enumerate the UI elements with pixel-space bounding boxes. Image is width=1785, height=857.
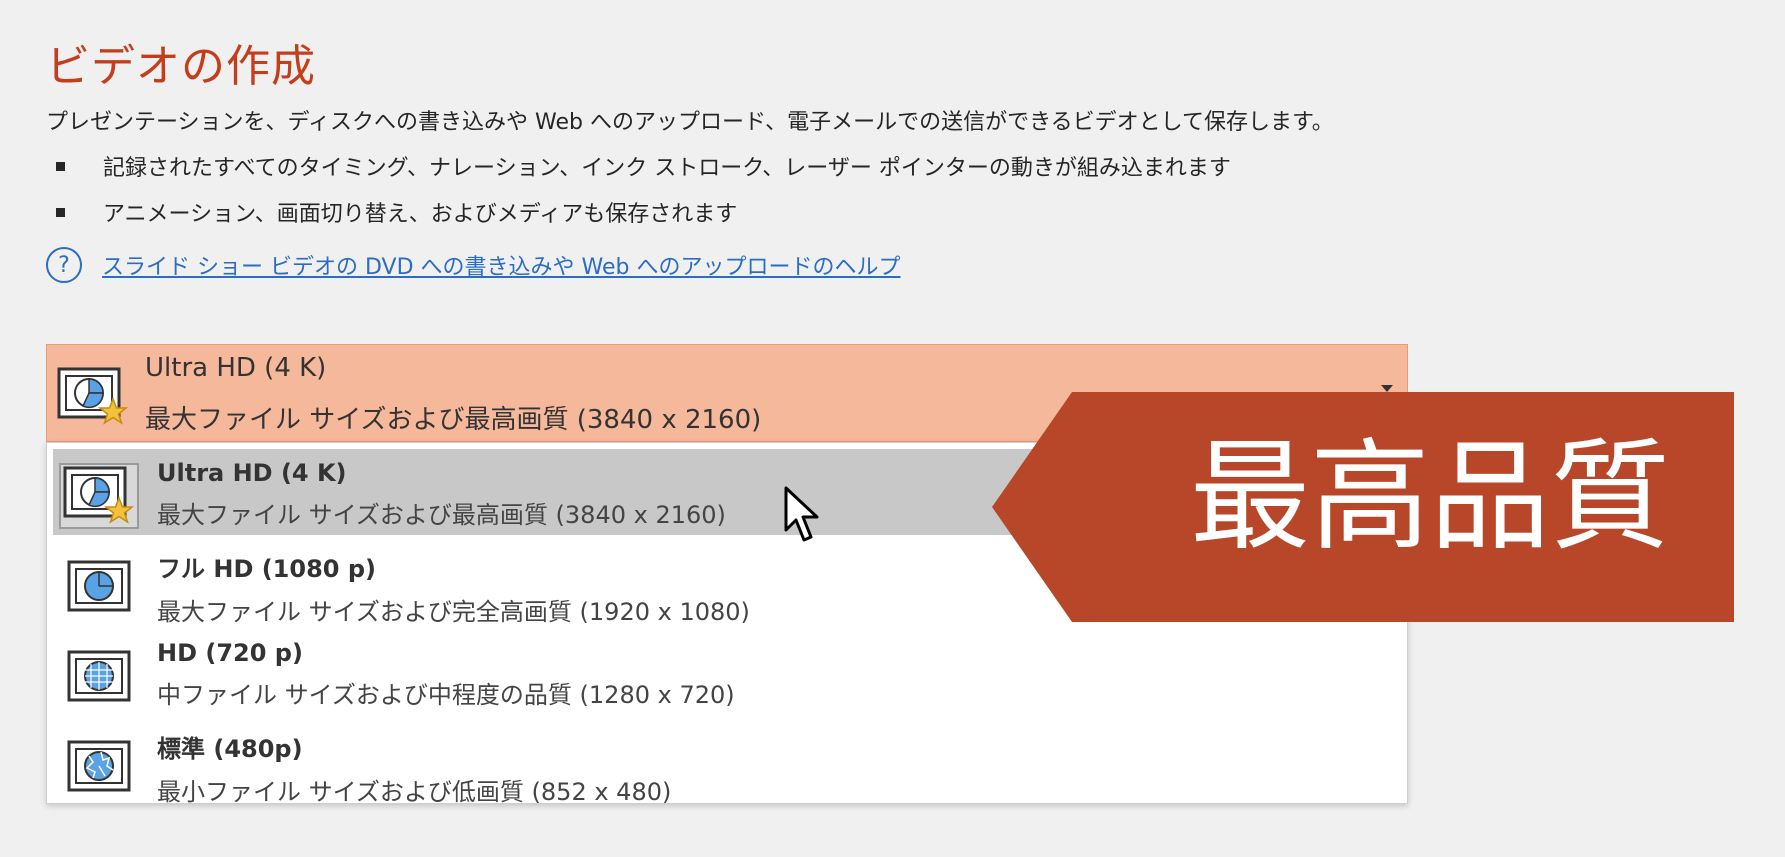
option-title: フル HD (1080 p) [157, 555, 376, 583]
full-hd-icon [59, 553, 139, 619]
selected-subtitle: 最大ファイル サイズおよび最高画質 (3840 x 2160) [145, 405, 762, 435]
option-title: 標準 (480p) [157, 735, 303, 763]
description-text: プレゼンテーションを、ディスクへの書き込みや Web へのアップロード、電子メー… [46, 110, 1334, 135]
ultra-hd-icon [57, 367, 129, 431]
option-standard[interactable]: 標準 (480p) 最小ファイル サイズおよび低画質 (852 x 480) [53, 719, 1401, 806]
quality-callout: 最高品質 [992, 392, 1734, 622]
option-subtitle: 中ファイル サイズおよび中程度の品質 (1280 x 720) [157, 681, 735, 709]
bullet-item: アニメーション、画面切り替え、およびメディアも保存されます [56, 196, 737, 228]
bullet-marker [56, 207, 65, 217]
hd-icon [59, 643, 139, 709]
help-link[interactable]: スライド ショー ビデオの DVD への書き込みや Web へのアップロードのヘ… [102, 249, 900, 281]
bullet-item: 記録されたすべてのタイミング、ナレーション、インク ストローク、レーザー ポイン… [56, 150, 1231, 182]
question-icon[interactable]: ? [46, 247, 82, 283]
callout-text: 最高品質 [1190, 428, 1670, 567]
bullet-text: アニメーション、画面切り替え、およびメディアも保存されます [103, 202, 738, 227]
option-subtitle: 最小ファイル サイズおよび低画質 (852 x 480) [157, 778, 672, 806]
selected-title: Ultra HD (4 K) [145, 353, 327, 383]
bullet-text: 記録されたすべてのタイミング、ナレーション、インク ストローク、レーザー ポイン… [103, 156, 1231, 181]
page-title: ビデオの作成 [46, 41, 316, 92]
chevron-down-icon[interactable] [1381, 385, 1393, 392]
standard-icon [59, 733, 139, 799]
option-title: HD (720 p) [157, 639, 303, 667]
help-row: ? スライド ショー ビデオの DVD への書き込みや Web へのアップロード… [46, 247, 900, 283]
option-hd[interactable]: HD (720 p) 中ファイル サイズおよび中程度の品質 (1280 x 72… [53, 629, 1401, 715]
option-subtitle: 最大ファイル サイズおよび最高画質 (3840 x 2160) [157, 501, 726, 529]
mouse-cursor-icon [784, 486, 824, 550]
bullet-marker [56, 161, 65, 171]
option-subtitle: 最大ファイル サイズおよび完全高画質 (1920 x 1080) [157, 598, 750, 626]
option-title: Ultra HD (4 K) [157, 459, 347, 487]
ultra-hd-icon [59, 463, 139, 529]
